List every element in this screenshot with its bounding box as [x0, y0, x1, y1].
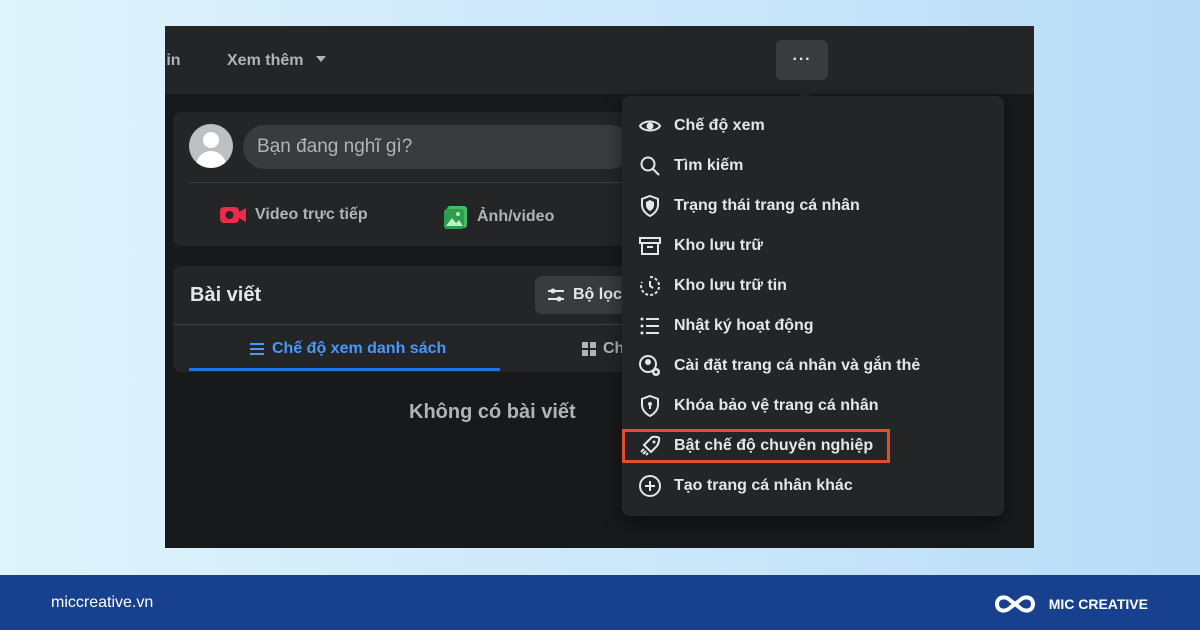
menu-item-story-archive[interactable]: Kho lưu trữ tin: [632, 266, 994, 306]
professional-mode-highlight: [622, 429, 890, 463]
menu-item-label: Kho lưu trữ tin: [674, 277, 787, 294]
archive-icon: [639, 237, 661, 255]
menu-item-label: Chế độ xem: [674, 117, 765, 134]
brand-footer: miccreative.vn MIC CREATIVE: [0, 575, 1200, 630]
menu-item-activity-log[interactable]: Nhật ký hoạt động: [632, 306, 994, 346]
list-view-tab[interactable]: Chế độ xem danh sách: [249, 340, 446, 358]
plus-circle-icon: [639, 475, 661, 497]
menu-item-profile-settings[interactable]: Cài đặt trang cá nhân và gắn thẻ: [632, 346, 994, 386]
website-url[interactable]: miccreative.vn: [51, 594, 153, 612]
avatar-body: [196, 151, 226, 168]
brand-logo: MIC CREATIVE: [991, 590, 1148, 618]
menu-item-label: Tìm kiếm: [674, 157, 744, 174]
menu-item-label: Kho lưu trữ: [674, 237, 763, 254]
filter-label: Bộ lọc: [573, 286, 622, 303]
status-input[interactable]: Bạn đang nghĩ gì?: [243, 125, 633, 169]
video-camera-icon: [220, 207, 246, 223]
menu-item-label: Trạng thái trang cá nhân: [674, 197, 860, 214]
infinity-logo-icon: [994, 595, 1035, 613]
photo-video-label: Ảnh/video: [477, 208, 555, 225]
live-video-label: Video trực tiếp: [255, 206, 368, 223]
avatar-head: [203, 132, 219, 148]
filter-icon: [548, 288, 564, 302]
list-view-label: Chế độ xem danh sách: [272, 340, 447, 357]
menu-item-label: Tạo trang cá nhân khác: [674, 477, 853, 494]
see-more-tab[interactable]: Xem thêm: [227, 52, 303, 70]
menu-item-search[interactable]: Tìm kiếm: [632, 146, 994, 186]
menu-item-create-profile[interactable]: Tạo trang cá nhân khác: [632, 466, 994, 506]
menu-item-profile-lock[interactable]: Khóa bảo vệ trang cá nhân: [632, 386, 994, 426]
posts-title: Bài viết: [190, 284, 262, 306]
partial-nav-item[interactable]: k in: [165, 52, 181, 70]
eye-icon: [638, 120, 662, 132]
grid-icon: [582, 342, 596, 356]
live-video-button[interactable]: Video trực tiếp: [219, 204, 368, 226]
lock-shield-icon: [641, 394, 659, 418]
avatar[interactable]: [189, 124, 233, 168]
menu-item-view-as[interactable]: Chế độ xem: [632, 106, 994, 146]
list-icon: [640, 317, 659, 335]
menu-item-profile-status[interactable]: Trạng thái trang cá nhân: [632, 186, 994, 226]
empty-posts-message: Không có bài viết: [409, 401, 576, 423]
list-icon: [250, 343, 264, 355]
menu-item-archive[interactable]: Kho lưu trữ: [632, 226, 994, 266]
story-archive-icon: [640, 275, 661, 296]
brand-name: MIC CREATIVE: [1048, 596, 1148, 612]
more-options-button[interactable]: ···: [776, 40, 828, 80]
chevron-down-icon: [316, 56, 326, 62]
status-composer: Bạn đang nghĩ gì? Video trực tiếp Ảnh/vi…: [173, 112, 633, 246]
menu-item-label: Khóa bảo vệ trang cá nhân: [674, 397, 879, 414]
facebook-profile-screenshot: k in Xem thêm ··· Bạn đang nghĩ gì? Vide…: [165, 26, 1034, 548]
photo-video-button[interactable]: Ảnh/video: [443, 204, 554, 230]
photo-icon: [444, 206, 467, 229]
grid-view-tab[interactable]: Ch: [581, 340, 624, 358]
profile-top-navigation: k in Xem thêm ···: [165, 26, 1034, 94]
menu-item-label: Nhật ký hoạt động: [674, 317, 814, 334]
shield-icon: [641, 194, 659, 218]
posts-section: Bài viết Bộ lọc Chế độ xem danh sách Ch: [173, 266, 645, 372]
search-icon: [640, 156, 660, 176]
profile-settings-icon: [639, 355, 660, 376]
active-tab-indicator: [189, 368, 500, 371]
composer-divider: [189, 182, 633, 183]
menu-item-label: Cài đặt trang cá nhân và gắn thẻ: [674, 357, 921, 374]
posts-divider: [173, 324, 633, 325]
